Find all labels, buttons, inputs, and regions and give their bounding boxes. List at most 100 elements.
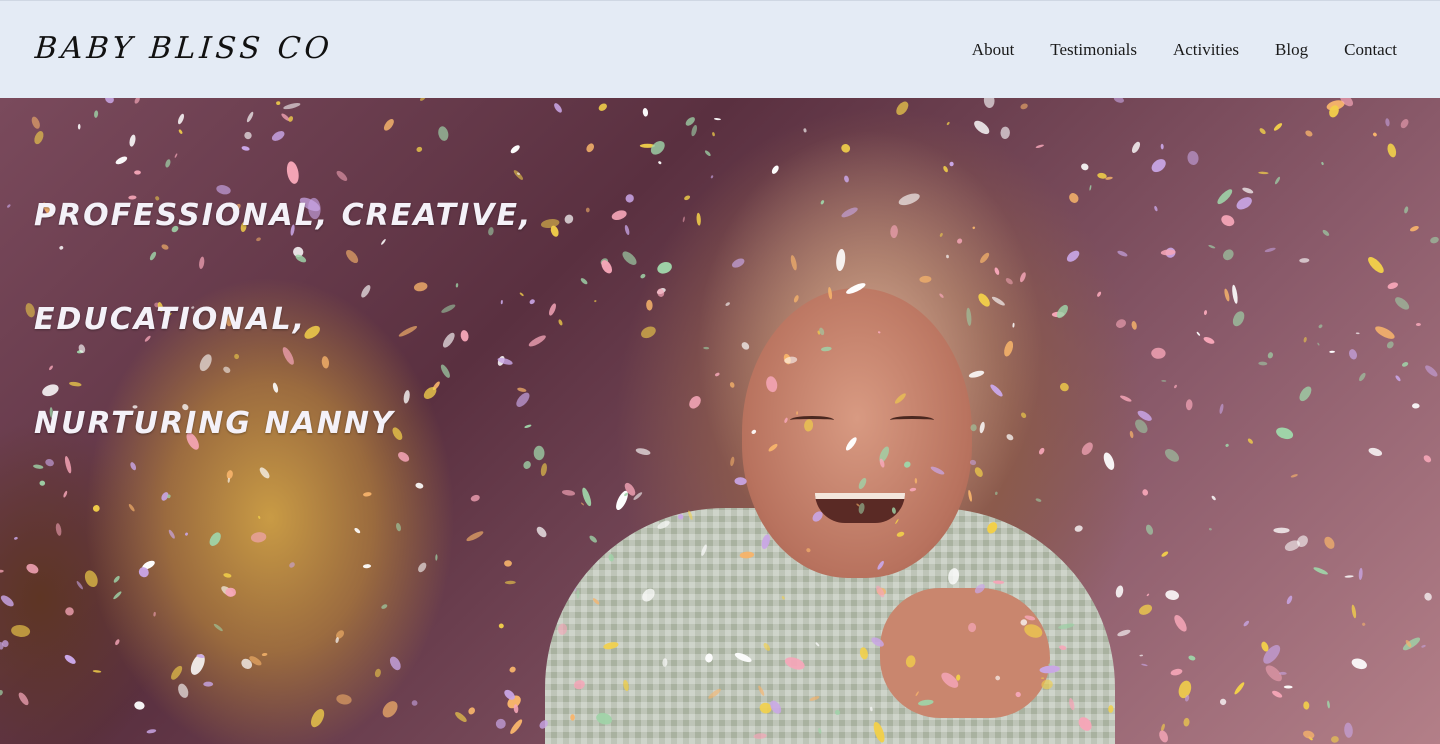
nav-link-about[interactable]: About xyxy=(972,40,1015,60)
confetti-piece xyxy=(276,101,281,106)
confetti-piece xyxy=(31,116,40,129)
confetti-piece xyxy=(363,492,372,497)
confetti-piece xyxy=(980,252,990,264)
confetti-piece xyxy=(1273,527,1290,534)
confetti-piece xyxy=(1290,474,1298,478)
confetti-piece xyxy=(92,505,100,512)
confetti-piece xyxy=(1286,595,1293,605)
nav-link-activities[interactable]: Activities xyxy=(1173,40,1239,60)
confetti-piece xyxy=(1151,347,1166,359)
hero-banner: Professional, creative, educational, nur… xyxy=(0,98,1440,744)
confetti-piece xyxy=(968,622,977,633)
confetti-piece xyxy=(1154,205,1158,212)
confetti-piece xyxy=(949,161,954,167)
nav-link-blog[interactable]: Blog xyxy=(1275,40,1308,60)
confetti-piece xyxy=(1160,143,1164,150)
confetti-piece xyxy=(603,642,619,650)
confetti-piece xyxy=(586,143,595,153)
confetti-piece xyxy=(914,478,918,484)
confetti-piece xyxy=(688,510,693,520)
confetti-piece xyxy=(1178,680,1192,699)
confetti-piece xyxy=(129,134,136,147)
confetti-piece xyxy=(974,120,990,135)
confetti-piece xyxy=(1117,629,1131,637)
confetti-piece xyxy=(1161,380,1167,382)
confetti-piece xyxy=(411,700,418,706)
confetti-piece xyxy=(1221,215,1235,227)
confetti-piece xyxy=(1141,663,1148,667)
confetti-piece xyxy=(1368,447,1383,456)
confetti-piece xyxy=(1225,443,1229,447)
confetti-piece xyxy=(0,595,14,607)
confetti-piece xyxy=(1258,171,1269,175)
confetti-piece xyxy=(1006,434,1014,441)
confetti-piece xyxy=(146,729,157,734)
confetti-piece xyxy=(55,523,62,536)
confetti-piece xyxy=(77,123,81,130)
confetti-piece xyxy=(1424,592,1432,601)
confetti-piece xyxy=(845,437,857,451)
confetti-piece xyxy=(1395,375,1401,382)
confetti-piece xyxy=(1236,197,1252,210)
confetti-piece xyxy=(509,666,516,673)
confetti-piece xyxy=(1203,336,1215,344)
confetti-piece xyxy=(34,131,44,145)
confetti-piece xyxy=(1415,322,1421,327)
confetti-piece xyxy=(1038,447,1045,455)
confetti-piece xyxy=(1081,442,1093,455)
confetti-piece xyxy=(1322,229,1330,236)
confetti-piece xyxy=(178,129,183,134)
confetti-piece xyxy=(0,690,3,696)
confetti-piece xyxy=(1165,590,1180,600)
confetti-piece xyxy=(1222,249,1234,261)
confetti-piece xyxy=(554,103,562,113)
confetti-piece xyxy=(642,108,649,117)
confetti-piece xyxy=(1131,141,1141,154)
confetti-piece xyxy=(1117,250,1128,257)
site-logo[interactable]: BABY BLISS CO xyxy=(34,31,335,66)
confetti-piece xyxy=(1305,130,1313,137)
confetti-piece xyxy=(1058,623,1075,629)
confetti-piece xyxy=(381,604,388,609)
confetti-piece xyxy=(539,720,548,729)
confetti-piece xyxy=(1164,449,1180,462)
confetti-piece xyxy=(1208,244,1216,249)
confetti-piece xyxy=(1355,332,1360,335)
confetti-piece xyxy=(1430,236,1439,244)
confetti-piece xyxy=(115,639,120,646)
confetti-piece xyxy=(1375,326,1395,339)
confetti-piece xyxy=(576,590,580,599)
confetti-piece xyxy=(1097,291,1102,297)
confetti-piece xyxy=(1041,677,1045,680)
confetti-piece xyxy=(354,527,361,534)
confetti-piece xyxy=(712,132,715,137)
confetti-piece xyxy=(362,564,372,569)
confetti-piece xyxy=(806,548,811,553)
confetti-piece xyxy=(987,522,998,534)
confetti-piece xyxy=(1258,361,1268,366)
confetti-piece xyxy=(753,733,767,739)
confetti-piece xyxy=(877,560,884,570)
confetti-piece xyxy=(828,287,833,300)
confetti-piece xyxy=(1069,698,1075,711)
confetti-piece xyxy=(171,665,183,680)
nav-link-contact[interactable]: Contact xyxy=(1344,40,1397,60)
confetti-piece xyxy=(895,519,899,524)
confetti-piece xyxy=(994,491,998,495)
confetti-piece xyxy=(970,424,977,432)
confetti-piece xyxy=(734,477,747,486)
confetti-piece xyxy=(1219,698,1227,706)
confetti-piece xyxy=(128,504,135,512)
confetti-piece xyxy=(271,131,285,141)
confetti-piece xyxy=(877,331,881,334)
confetti-piece xyxy=(1170,668,1183,676)
confetti-piece xyxy=(915,691,919,697)
confetti-piece xyxy=(1059,382,1069,392)
confetti-piece xyxy=(781,595,785,600)
confetti-piece xyxy=(596,712,613,725)
confetti-piece xyxy=(946,254,949,259)
confetti-piece xyxy=(1359,372,1366,382)
confetti-piece xyxy=(1208,527,1212,531)
confetti-piece xyxy=(979,421,985,434)
nav-link-testimonials[interactable]: Testimonials xyxy=(1050,40,1137,60)
